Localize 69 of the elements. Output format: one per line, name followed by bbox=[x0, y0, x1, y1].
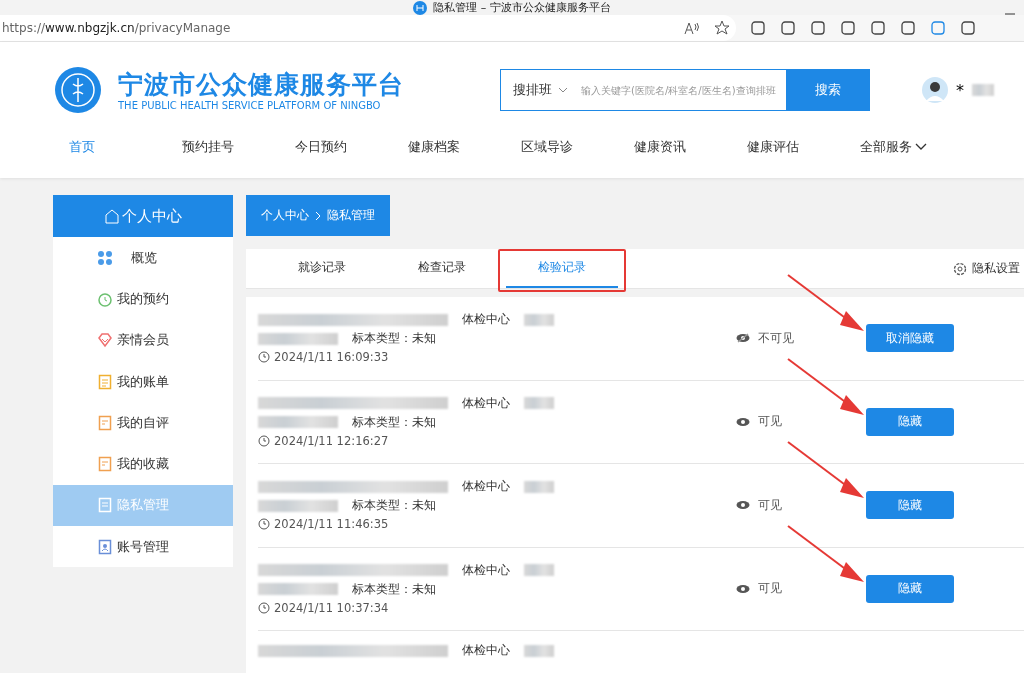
redacted-text bbox=[524, 644, 554, 657]
tab[interactable]: 就诊记录 bbox=[266, 249, 378, 288]
record-center: 体检中心 bbox=[462, 479, 510, 495]
read-aloud-icon[interactable] bbox=[684, 21, 700, 35]
record-center: 体检中心 bbox=[462, 312, 510, 328]
logo-icon bbox=[54, 66, 102, 114]
grid-icon bbox=[97, 249, 113, 266]
record-time: 2024/1/11 16:09:33 bbox=[274, 350, 389, 365]
record-center: 体检中心 bbox=[462, 395, 510, 411]
visibility-status: 不可见 bbox=[758, 329, 794, 347]
breadcrumb-link[interactable]: 个人中心 bbox=[261, 207, 309, 224]
address-field[interactable]: https://www.nbgzjk.cn/privacyManage bbox=[0, 15, 736, 41]
settings-icon bbox=[952, 260, 968, 277]
hide-button[interactable]: 隐藏 bbox=[866, 574, 954, 603]
visibility-status: 可见 bbox=[758, 496, 782, 514]
note-icon bbox=[97, 456, 113, 473]
gem-icon bbox=[97, 332, 113, 349]
record-time: 2024/1/11 11:46:35 bbox=[274, 517, 389, 532]
clock-icon bbox=[258, 351, 270, 364]
record-center: 体检中心 bbox=[462, 562, 510, 578]
search-scope-dropdown[interactable]: 搜排班 bbox=[501, 81, 579, 99]
site-subtitle: THE PUBLIC HEALTH SERVICE PLATFORM OF NINGBO bbox=[118, 99, 382, 111]
specimen-type: 标本类型：未知 bbox=[352, 581, 436, 597]
avatar-icon[interactable] bbox=[922, 77, 948, 103]
nav-item[interactable]: 全部服务 bbox=[844, 138, 957, 156]
home-icon bbox=[104, 208, 120, 224]
clock-icon bbox=[258, 518, 270, 531]
chevron-down-icon bbox=[557, 87, 568, 93]
record-time: 2024/1/11 10:37:34 bbox=[274, 600, 389, 615]
nav-item[interactable]: 区域导诊 bbox=[505, 138, 618, 156]
document-icon bbox=[97, 497, 113, 514]
chevron-right-icon bbox=[315, 210, 321, 221]
redacted-text bbox=[524, 564, 554, 577]
record-time: 2024/1/11 12:16:27 bbox=[274, 433, 389, 448]
nav-item[interactable]: 首页 bbox=[53, 138, 166, 156]
site-title: 宁波市公众健康服务平台 bbox=[118, 69, 405, 100]
nav-item[interactable]: 健康资讯 bbox=[618, 138, 731, 156]
nav-item[interactable]: 健康档案 bbox=[392, 138, 505, 156]
redacted-text bbox=[524, 313, 554, 326]
hide-button[interactable]: 隐藏 bbox=[866, 491, 954, 520]
note-icon bbox=[97, 414, 113, 431]
tab[interactable]: 检查记录 bbox=[386, 249, 498, 288]
tab[interactable]: 检验记录 bbox=[506, 249, 618, 288]
user-name: * bbox=[956, 80, 964, 100]
nav-item[interactable]: 预约挂号 bbox=[166, 138, 279, 156]
alarm-clock-icon bbox=[97, 290, 113, 307]
specimen-type: 标本类型：未知 bbox=[352, 498, 436, 514]
search-button[interactable]: 搜索 bbox=[786, 70, 869, 110]
visibility-status: 可见 bbox=[758, 413, 782, 431]
sidebar-title: 个人中心 bbox=[122, 206, 182, 226]
specimen-type: 标本类型：未知 bbox=[352, 331, 436, 347]
visibility-status: 可见 bbox=[758, 580, 782, 598]
redacted-text bbox=[524, 480, 554, 493]
privacy-settings-link[interactable]: 隐私设置 bbox=[952, 249, 1024, 288]
breadcrumb-current: 隐私管理 bbox=[327, 207, 375, 224]
nav-item[interactable]: 今日预约 bbox=[279, 138, 392, 156]
clock-icon bbox=[258, 601, 270, 614]
redacted-text bbox=[524, 397, 554, 410]
unhide-button[interactable]: 取消隐藏 bbox=[866, 324, 954, 353]
window-title: 隐私管理 – 宁波市公众健康服务平台 bbox=[433, 0, 611, 15]
favorite-icon[interactable] bbox=[714, 20, 730, 36]
hide-button[interactable]: 隐藏 bbox=[866, 407, 954, 436]
redacted-text bbox=[972, 84, 994, 96]
record-center: 体检中心 bbox=[462, 643, 510, 658]
specimen-type: 标本类型：未知 bbox=[352, 414, 436, 430]
clock-icon bbox=[258, 434, 270, 447]
nav-item[interactable]: 健康评估 bbox=[731, 138, 844, 156]
account-icon bbox=[97, 538, 113, 555]
bill-icon bbox=[97, 373, 113, 390]
